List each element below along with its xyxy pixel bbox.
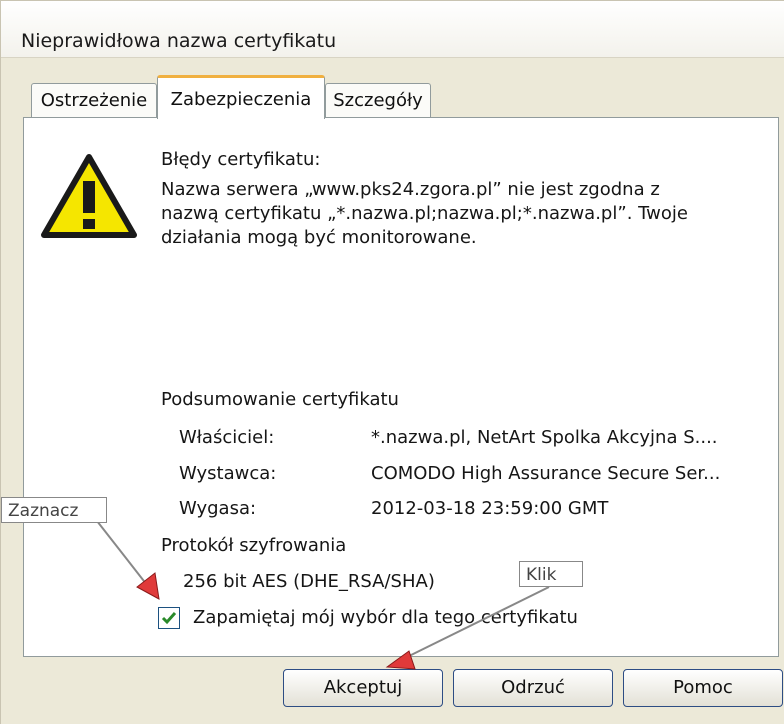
tab-details[interactable]: Szczegóły (325, 83, 431, 117)
protocol-heading: Protokół szyfrowania (161, 535, 347, 556)
errors-line: Nazwa serwera „www.pks24.zgora.pl” nie j… (161, 179, 660, 200)
accept-button[interactable]: Akceptuj (283, 669, 443, 707)
help-button[interactable]: Pomoc (623, 669, 783, 707)
errors-description: Nazwa serwera „www.pks24.zgora.pl” nie j… (161, 178, 688, 250)
window-title: Nieprawidłowa nazwa certyfikatu (21, 30, 337, 52)
reject-button[interactable]: Odrzuć (453, 669, 613, 707)
check-hint-callout: Zaznacz (1, 497, 107, 523)
issuer-value: COMODO High Assurance Secure Ser... (371, 463, 721, 484)
certificate-dialog: Nieprawidłowa nazwa certyfikatu Ostrzeże… (0, 0, 784, 724)
errors-line: działania mogą być monitorowane. (161, 227, 477, 248)
warning-triangle-icon (41, 154, 137, 238)
errors-heading: Błędy certyfikatu: (161, 149, 321, 170)
title-bar: Nieprawidłowa nazwa certyfikatu (1, 1, 784, 58)
protocol-value: 256 bit AES (DHE_RSA/SHA) (183, 571, 435, 592)
tab-warning[interactable]: Ostrzeżenie (31, 83, 157, 117)
tab-security[interactable]: Zabezpieczenia (157, 75, 325, 119)
checkmark-icon (161, 612, 177, 625)
expires-value: 2012-03-18 23:59:00 GMT (371, 498, 609, 519)
remember-choice-label[interactable]: Zapamiętaj mój wybór dla tego certyfikat… (193, 607, 578, 628)
owner-value: *.nazwa.pl, NetArt Spolka Akcyjna S.... (371, 427, 718, 448)
click-hint-callout: Klik (519, 561, 583, 587)
errors-line: nazwą certyfikatu „*.nazwa.pl;nazwa.pl;*… (161, 203, 688, 224)
summary-heading: Podsumowanie certyfikatu (161, 389, 399, 410)
issuer-label: Wystawca: (179, 463, 277, 484)
expires-label: Wygasa: (179, 498, 257, 519)
owner-label: Właściciel: (179, 427, 275, 448)
remember-choice-checkbox[interactable] (158, 607, 180, 629)
